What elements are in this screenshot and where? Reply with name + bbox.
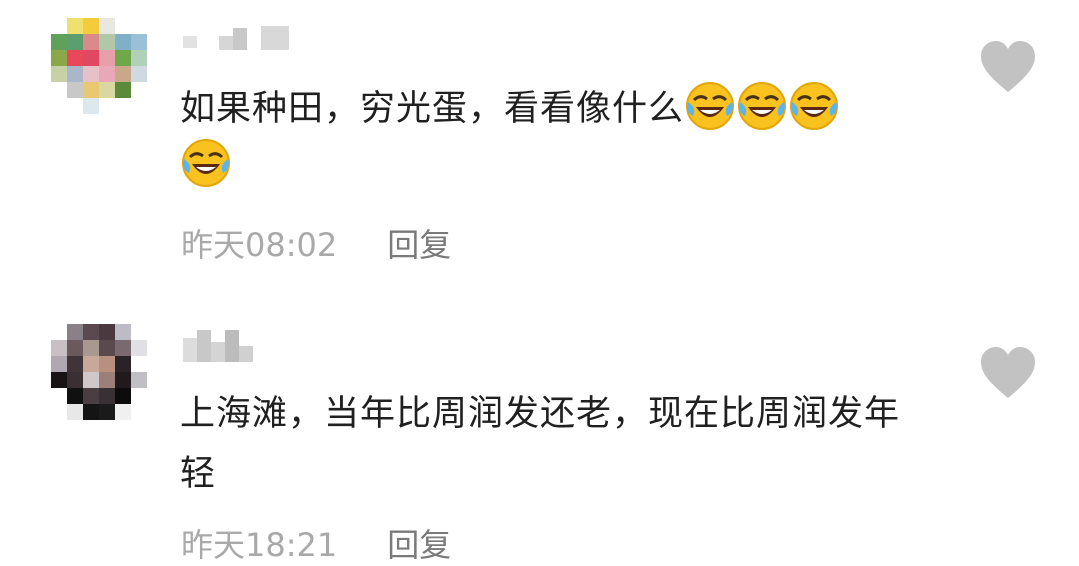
reply-button[interactable]: 回复 [387,520,451,566]
heart-icon[interactable] [979,346,1037,400]
comment-text-content: 上海滩，当年比周润发还老，现在比周润发年轻 [180,394,901,494]
comment-timestamp: 昨天08:02 [181,226,338,264]
face-with-tears-of-joy-emoji [182,139,230,187]
comment-meta: 昨天18:21 回复 [181,520,451,566]
comment-item: 如果种田，穷光蛋，看看像什么 昨天08:02 回复 [0,0,1079,290]
username-pixelated[interactable] [183,26,289,50]
user-avatar[interactable] [51,18,147,114]
face-with-tears-of-joy-emoji [790,82,839,130]
user-avatar[interactable] [51,324,147,420]
comment-text: 上海滩，当年比周润发还老，现在比周润发年轻 [180,384,900,504]
heart-icon[interactable] [979,40,1037,94]
username-pixelated[interactable] [183,326,253,362]
face-with-tears-of-joy-emoji [738,82,787,130]
comment-timestamp: 昨天18:21 [181,526,338,564]
reply-button[interactable]: 回复 [387,220,451,266]
face-with-tears-of-joy-emoji [686,82,735,130]
comment-meta: 昨天08:02 回复 [181,220,451,266]
comment-text: 如果种田，穷光蛋，看看像什么 [180,80,920,194]
comment-text-content: 如果种田，穷光蛋，看看像什么 [180,89,685,129]
comment-item: 上海滩，当年比周润发还老，现在比周润发年轻 昨天18:21 回复 [0,300,1079,564]
